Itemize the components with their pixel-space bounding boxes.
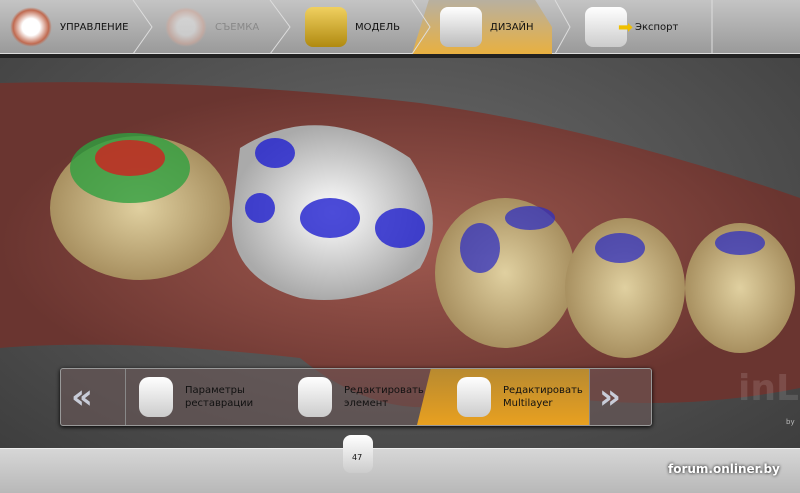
edit-multilayer-button[interactable]: Редактировать Multilayer xyxy=(457,369,583,425)
next-button[interactable]: » xyxy=(599,377,621,417)
tooth-number: 47 xyxy=(352,453,363,462)
design-toolbar: « Параметры реставрации Редактировать элем… xyxy=(60,368,652,426)
edit-element-button[interactable]: Редактировать элемент xyxy=(298,369,424,425)
restoration-parameters-button[interactable]: Параметры реставрации xyxy=(139,369,253,425)
step-separators xyxy=(132,0,713,54)
button-label: Параметры xyxy=(185,385,245,396)
workflow-bar: УПРАВЛЕНИЕ СЪЕМКА МОДЕЛЬ ДИЗАЙН ➡ Экспор… xyxy=(0,0,800,54)
button-label: Редактировать xyxy=(503,385,583,396)
button-label: Multilayer xyxy=(503,398,553,409)
brand-by: by xyxy=(786,418,795,426)
button-label: реставрации xyxy=(185,398,254,409)
button-label: элемент xyxy=(344,398,389,409)
tooth-multilayer-icon xyxy=(457,377,491,417)
tooth-params-icon xyxy=(139,377,173,417)
watermark: forum.onliner.by xyxy=(668,462,780,476)
previous-button[interactable]: « xyxy=(71,377,93,417)
brand-logo: inL xyxy=(738,368,799,409)
tooth-edit-icon xyxy=(298,377,332,417)
button-label: Редактировать xyxy=(344,385,424,396)
